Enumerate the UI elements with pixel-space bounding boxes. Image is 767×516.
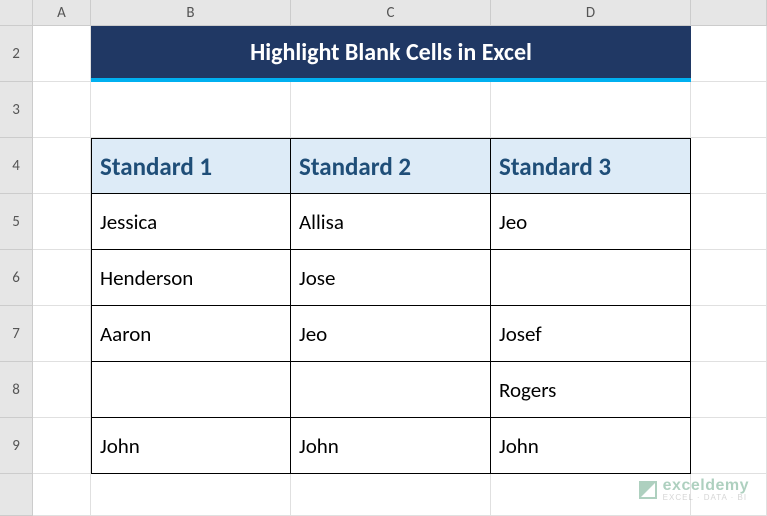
col-head-B[interactable]: B <box>91 0 291 26</box>
table-cell[interactable]: Allisa <box>291 194 491 250</box>
table-cell[interactable]: Jose <box>291 250 491 306</box>
table-cell[interactable] <box>91 362 291 418</box>
cell-A6[interactable] <box>33 250 91 306</box>
table-cell[interactable]: Jeo <box>491 194 691 250</box>
cell-right-2[interactable] <box>691 26 767 82</box>
title-cell[interactable]: Highlight Blank Cells in Excel <box>91 26 691 82</box>
cell-right-9[interactable] <box>691 418 767 474</box>
col-head-D[interactable]: D <box>491 0 691 26</box>
table-cell[interactable] <box>291 362 491 418</box>
cell-C3[interactable] <box>291 82 491 138</box>
table-cell[interactable]: Jeo <box>291 306 491 362</box>
col-head-A[interactable]: A <box>33 0 91 26</box>
watermark-logo-icon <box>639 481 657 499</box>
cell-B3[interactable] <box>91 82 291 138</box>
cell-A7[interactable] <box>33 306 91 362</box>
table-cell[interactable] <box>491 250 691 306</box>
row-head-2[interactable]: 2 <box>0 26 33 82</box>
table-header-2[interactable]: Standard 2 <box>291 138 491 194</box>
table-cell[interactable]: Josef <box>491 306 691 362</box>
col-head-C[interactable]: C <box>291 0 491 26</box>
row-head-4[interactable]: 4 <box>0 138 33 194</box>
cell-A4[interactable] <box>33 138 91 194</box>
watermark-text: exceldemy <box>663 478 749 494</box>
row-head-6[interactable]: 6 <box>0 250 33 306</box>
watermark: exceldemy EXCEL · DATA · BI <box>639 478 749 502</box>
cell-right-3[interactable] <box>691 82 767 138</box>
cell-A3[interactable] <box>33 82 91 138</box>
cell-A2[interactable] <box>33 26 91 82</box>
cell-right-8[interactable] <box>691 362 767 418</box>
row-head-7[interactable]: 7 <box>0 306 33 362</box>
spreadsheet: A B C D 2 Highlight Blank Cells in Excel… <box>0 0 767 516</box>
table-cell[interactable]: John <box>291 418 491 474</box>
cell-right-4[interactable] <box>691 138 767 194</box>
cell-A8[interactable] <box>33 362 91 418</box>
col-head-extra[interactable] <box>691 0 767 26</box>
row-head-extra[interactable] <box>0 474 33 516</box>
table-cell[interactable]: John <box>91 418 291 474</box>
row-head-5[interactable]: 5 <box>0 194 33 250</box>
table-cell[interactable]: Aaron <box>91 306 291 362</box>
row-head-3[interactable]: 3 <box>0 82 33 138</box>
table-header-1[interactable]: Standard 1 <box>91 138 291 194</box>
table-cell[interactable]: Jessica <box>91 194 291 250</box>
row-head-9[interactable]: 9 <box>0 418 33 474</box>
watermark-subtext: EXCEL · DATA · BI <box>663 494 749 502</box>
cell-right-7[interactable] <box>691 306 767 362</box>
cell-A5[interactable] <box>33 194 91 250</box>
cell-right-5[interactable] <box>691 194 767 250</box>
table-cell[interactable]: Henderson <box>91 250 291 306</box>
cell-D3[interactable] <box>491 82 691 138</box>
cell-extra[interactable] <box>33 474 91 516</box>
cell-A9[interactable] <box>33 418 91 474</box>
cell-extra[interactable] <box>91 474 291 516</box>
cell-right-6[interactable] <box>691 250 767 306</box>
cell-extra[interactable] <box>291 474 491 516</box>
table-header-3[interactable]: Standard 3 <box>491 138 691 194</box>
row-head-8[interactable]: 8 <box>0 362 33 418</box>
table-cell[interactable]: Rogers <box>491 362 691 418</box>
table-cell[interactable]: John <box>491 418 691 474</box>
corner-cell[interactable] <box>0 0 33 26</box>
